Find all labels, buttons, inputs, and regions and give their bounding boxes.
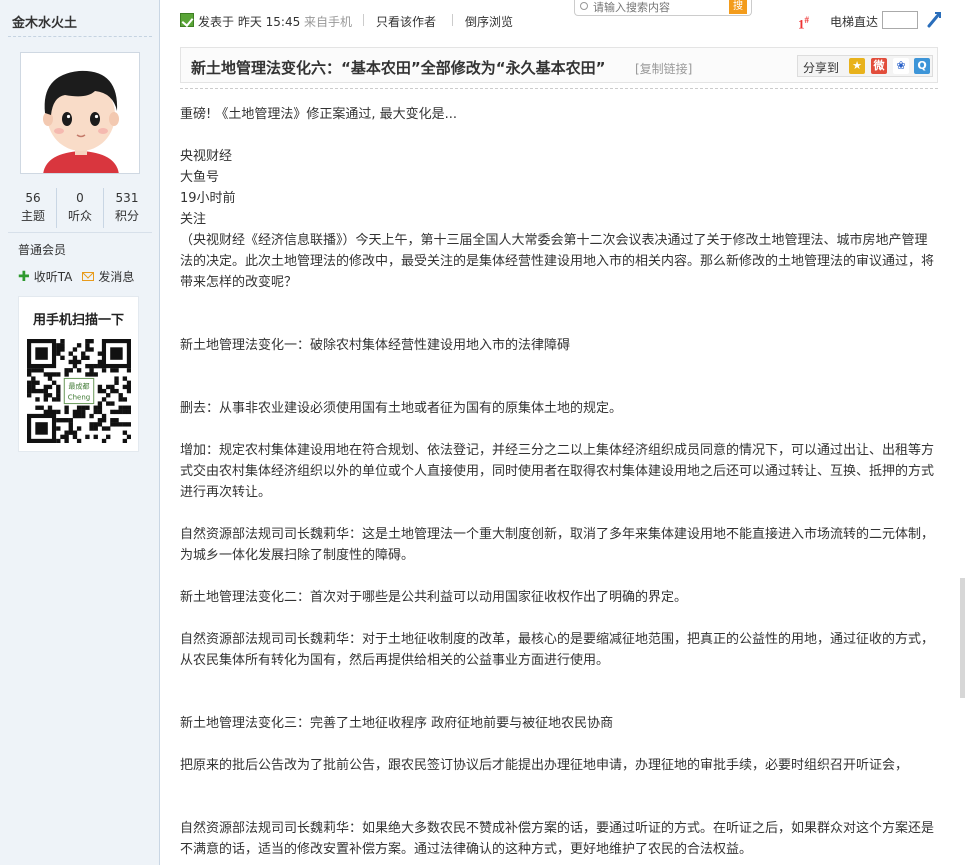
username[interactable]: 金木水火土 (12, 12, 77, 31)
post-title: 新土地管理法变化六：“基本农田”全部修改为“永久基本农田” (191, 59, 606, 77)
stat-topics[interactable]: 56 主题 (10, 188, 57, 228)
paragraph: 央视财经 (180, 149, 233, 164)
stat-label: 积分 (114, 209, 139, 223)
paragraph: 新土地管理法变化二：首次对于哪些是公共利益可以动用国家征收权作出了明确的界定。 (180, 590, 688, 605)
envelope-icon (82, 272, 95, 281)
stat-value: 531 (115, 191, 139, 205)
jump-to-floor-input[interactable] (882, 11, 918, 29)
search-icon (580, 2, 588, 10)
post-meta-bar: 发表于 昨天 15:45 来自手机 只看该作者 倒序浏览 搜 1# 电梯直达 (178, 0, 948, 32)
stat-listeners[interactable]: 0 听众 (57, 188, 104, 228)
floor-number[interactable]: 1# (798, 15, 809, 32)
baidu-icon[interactable]: ❀ (893, 58, 909, 74)
plus-icon: ✚ (18, 268, 30, 285)
copy-link-button[interactable]: [复制链接] (635, 60, 692, 77)
go-arrow-icon[interactable] (926, 10, 942, 28)
paragraph: （央视财经《经济信息联播》）今天上午，第十三届全国人大常委会第十二次会议表决通过… (180, 233, 935, 290)
post-title-bar: 新土地管理法变化六：“基本农田”全部修改为“永久基本农田” [复制链接] 分享到… (180, 47, 938, 83)
paragraph: 删去：从事非农业建设必须使用国有土地或者征为国有的原集体土地的规定。 (180, 401, 623, 416)
qr-code-icon: 最成都 Cheng (27, 339, 131, 443)
paragraph: 自然资源部法规司司长魏莉华：这是土地管理法一个重大制度创新，取消了多年来集体建设… (180, 527, 935, 563)
paragraph: 大鱼号 (180, 170, 220, 185)
author-only-link[interactable]: 只看该作者 (376, 13, 436, 30)
divider (180, 88, 938, 89)
search-input[interactable] (593, 1, 728, 14)
paragraph: 重磅! 《土地管理法》修正案通过, 最大变化是... (180, 107, 458, 122)
paragraph: 自然资源部法规司司长魏莉华：对于土地征收制度的改革，最核心的是要缩减征地范围，把… (180, 632, 935, 668)
post-source: 来自手机 (304, 15, 353, 29)
stat-label: 听众 (67, 209, 92, 223)
user-sidebar: 金木水火土 56 主题 0 听众 531 积分 普通会员 ✚ 收听TA 发消息 … (0, 0, 160, 865)
user-group[interactable]: 普通会员 (18, 241, 66, 258)
paragraph: 把原来的批后公告改为了批前公告，跟农民签订协议后才能提出办理征地申请，办理征地的… (180, 758, 909, 773)
search-button[interactable]: 搜 (729, 0, 747, 14)
share-label: 分享到 (803, 61, 840, 75)
post-time: 发表于 昨天 15:45 来自手机 (198, 13, 352, 30)
avatar-cartoon-icon (21, 53, 139, 173)
paragraph: 关注 (180, 212, 207, 227)
paragraph: 新土地管理法变化一：破除农村集体经营性建设用地入市的法律障碍 (180, 338, 571, 353)
paragraph: 自然资源部法规司司长魏莉华：如果绝大多数农民不赞成补偿方案的话，要通过听证的方式… (180, 821, 935, 857)
user-actions: ✚ 收听TA 发消息 (18, 268, 134, 285)
qr-title: 用手机扫描一下 (32, 313, 124, 328)
follow-label: 收听TA (33, 270, 73, 284)
paragraph: 新土地管理法变化三：完善了土地征收程序 政府征地前要与被征地农民协商 (180, 716, 614, 731)
paragraph: 19小时前 (180, 191, 236, 206)
weibo-icon[interactable]: 微 (871, 58, 887, 74)
stat-value: 0 (76, 191, 84, 205)
avatar[interactable] (20, 52, 140, 174)
search-box: 搜 (574, 0, 752, 16)
floor-mark: # (804, 15, 810, 25)
post-status-icon (180, 13, 194, 27)
paragraph: 增加：规定农村集体建设用地在符合规划、依法登记，并经三分之二以上集体经济组织成员… (180, 443, 935, 500)
send-message-button[interactable]: 发消息 (82, 268, 134, 285)
reverse-order-link[interactable]: 倒序浏览 (465, 13, 513, 30)
qq-icon[interactable]: Q (914, 58, 930, 74)
svg-text:Cheng: Cheng (68, 393, 91, 401)
message-label: 发消息 (98, 270, 135, 284)
stat-points[interactable]: 531 积分 (104, 188, 150, 228)
follow-button[interactable]: ✚ 收听TA (18, 268, 72, 285)
separator (363, 14, 364, 26)
qzone-icon[interactable]: ★ (849, 58, 865, 74)
jump-to-floor-label: 电梯直达 (830, 15, 879, 29)
stat-value: 56 (25, 191, 41, 205)
scrollbar[interactable] (960, 578, 965, 698)
stat-label: 主题 (20, 209, 45, 223)
svg-text:最成都: 最成都 (69, 381, 90, 390)
divider (8, 232, 152, 233)
share-bar: 分享到 ★ 微 ❀ Q (797, 55, 933, 77)
qr-code-box: 用手机扫描一下 最成都 Cheng (18, 296, 139, 452)
user-stats: 56 主题 0 听众 531 积分 (10, 188, 150, 228)
separator (452, 14, 453, 26)
divider (8, 36, 152, 37)
posted-at: 发表于 昨天 15:45 (198, 15, 301, 29)
